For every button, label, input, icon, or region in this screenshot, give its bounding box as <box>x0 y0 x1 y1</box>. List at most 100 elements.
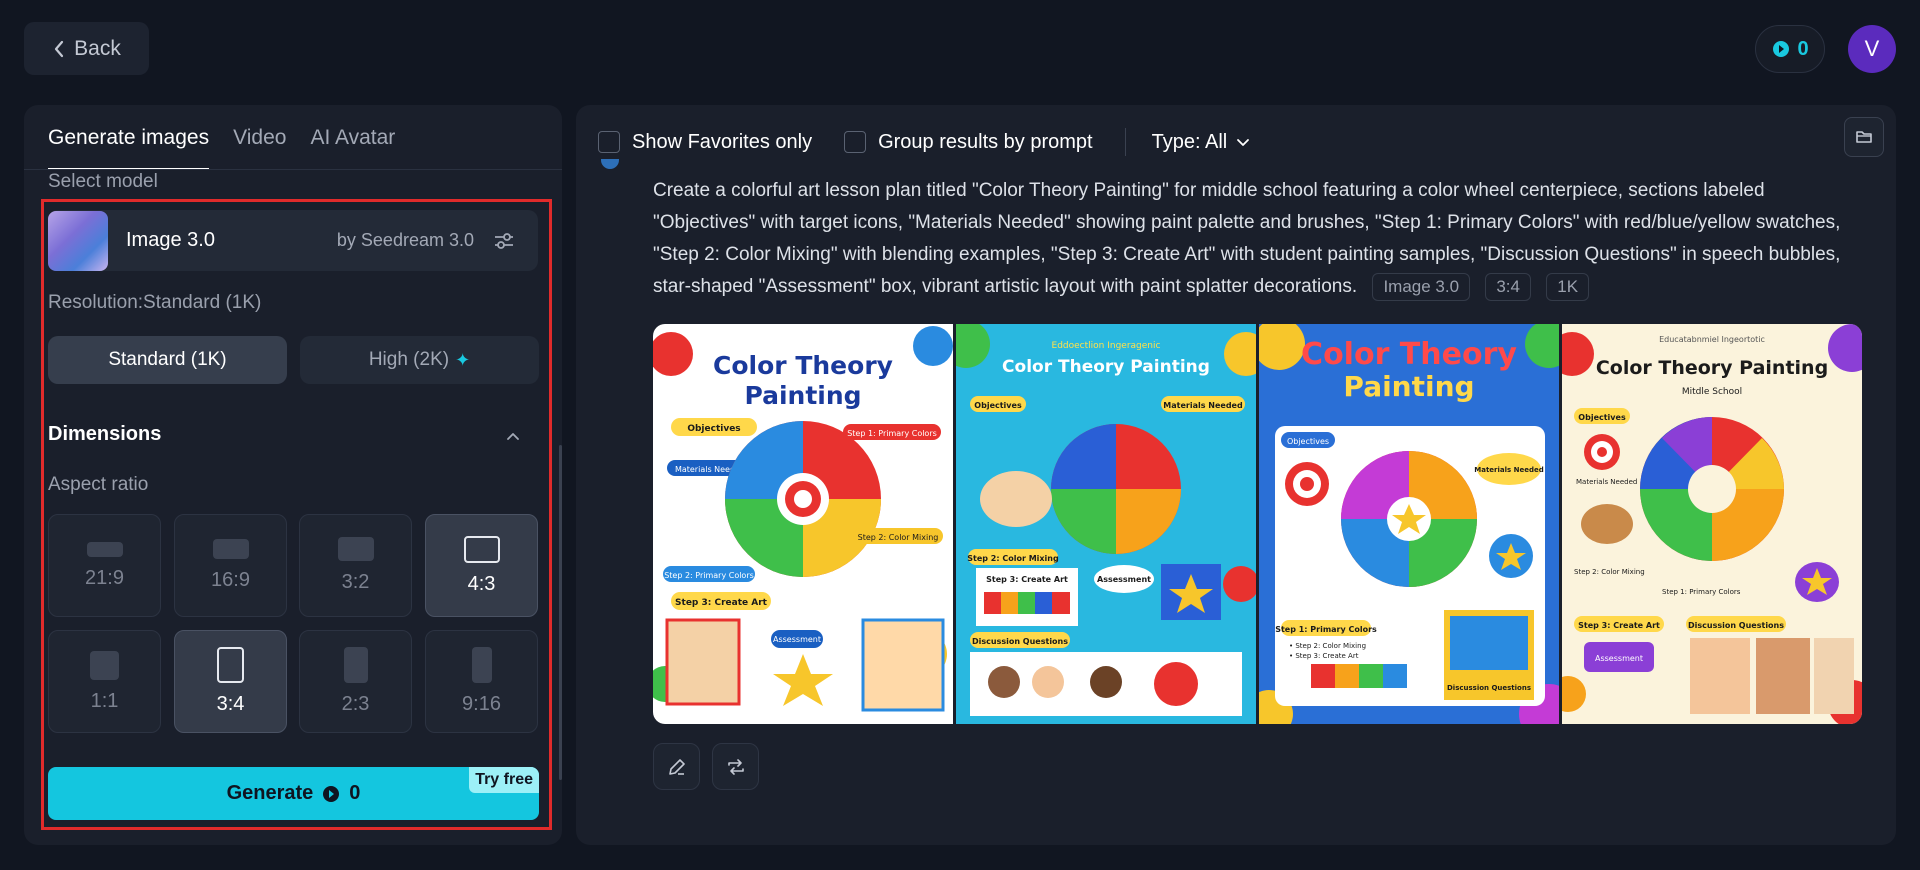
ratio-shape-icon <box>217 647 244 683</box>
image-1-title-line-1: Color Theory <box>713 351 893 380</box>
sparkle-icon: ✦ <box>455 349 471 370</box>
generate-button[interactable]: Generate 0 Try free <box>48 767 539 820</box>
user-avatar[interactable]: V <box>1848 25 1896 73</box>
model-thumbnail <box>48 210 108 271</box>
aspect-ratio-3-4[interactable]: 3:4 <box>174 630 287 733</box>
resolution-tag: 1K <box>1546 272 1590 301</box>
select-model-label: Select model <box>48 171 158 192</box>
credit-coin-icon <box>1773 41 1790 57</box>
generate-label: Generate <box>226 782 314 804</box>
image-2-subtitle: Eddoectlion Ingeragenic <box>1052 341 1161 351</box>
image-2-label-1: Objectives <box>974 401 1022 410</box>
image-3-label-4: • Step 2: Color Mixing <box>1289 642 1366 650</box>
results-toolbar: Show Favorites only Group results by pro… <box>598 125 1251 159</box>
result-image-2-art: Eddoectlion Ingeragenic Color Theory Pai… <box>956 324 1256 724</box>
model-name: Image 3.0 <box>126 229 215 251</box>
prompt-text-block: Create a colorful art lesson plan titled… <box>653 175 1853 303</box>
avatar-initial: V <box>1864 36 1880 61</box>
edit-button[interactable] <box>653 743 700 790</box>
chevron-left-icon <box>55 40 64 57</box>
ratio-label: 3:4 <box>216 693 245 715</box>
ratio-label: 3:2 <box>341 571 370 593</box>
resolution-high-label: High (2K) <box>368 349 450 370</box>
aspect-ratio-16-9[interactable]: 16:9 <box>174 514 287 617</box>
image-4-label-3: Step 2: Color Mixing <box>1574 568 1645 576</box>
image-4-subtitle: Educatabnmiel Ingeortotic <box>1659 335 1765 344</box>
back-button[interactable]: Back <box>24 22 149 75</box>
aspect-ratio-4-3[interactable]: 4:3 <box>425 514 538 617</box>
image-3-label-6: Discussion Questions <box>1447 684 1531 692</box>
aspect-ratio-1-1[interactable]: 1:1 <box>48 630 161 733</box>
result-image-4-art: Educatabnmiel Ingeortotic Color Theory P… <box>1562 324 1862 724</box>
aspect-ratio-3-2[interactable]: 3:2 <box>299 514 412 617</box>
result-image-3-art: Color Theory Painting Objectives Materia… <box>1259 324 1559 724</box>
image-3-label-3: Step 1: Primary Colors <box>1275 625 1377 634</box>
aspect-ratio-label: Aspect ratio <box>48 474 149 495</box>
image-1-title-line-2: Painting <box>744 381 861 410</box>
aspect-ratio-9-16[interactable]: 9:16 <box>425 630 538 733</box>
image-1-label-5: Step 3: Create Art <box>675 598 768 608</box>
image-1-label-4: Step 2: Color Mixing <box>858 533 939 542</box>
image-4-label-4: Step 1: Primary Colors <box>1662 588 1741 596</box>
image-3-title-line-1: Color Theory <box>1301 337 1517 372</box>
dimensions-title: Dimensions <box>48 423 162 445</box>
image-4-title: Color Theory Painting <box>1596 357 1828 379</box>
ratio-shape-icon <box>337 537 374 561</box>
image-3-label-2: Materials Needed <box>1474 466 1543 474</box>
repeat-icon <box>727 758 744 775</box>
result-image-4[interactable]: Educatabnmiel Ingeortotic Color Theory P… <box>1562 324 1862 724</box>
mode-tabs: Generate images Video AI Avatar <box>48 105 395 170</box>
result-gallery: Color Theory Painting Objectives Materia… <box>653 324 1862 724</box>
folder-button[interactable] <box>1844 117 1884 157</box>
image-4-label-5: Step 3: Create Art <box>1578 621 1660 630</box>
image-1-label-6: Assessment <box>773 635 821 644</box>
checkbox-box <box>844 131 867 153</box>
folder-icon <box>1856 131 1872 143</box>
user-indicator-icon <box>601 159 619 169</box>
regenerate-button[interactable] <box>712 743 759 790</box>
chevron-down-icon <box>1237 139 1250 146</box>
group-results-checkbox[interactable]: Group results by prompt <box>844 131 1093 154</box>
ratio-label: 2:3 <box>341 693 370 715</box>
show-favorites-checkbox[interactable]: Show Favorites only <box>598 131 812 154</box>
prompt-text: Create a colorful art lesson plan titled… <box>653 180 1841 297</box>
show-favorites-label: Show Favorites only <box>632 130 813 153</box>
image-4-label-2: Materials Needed <box>1576 478 1637 486</box>
aspect-ratio-21-9[interactable]: 21:9 <box>48 514 161 617</box>
result-image-1-art: Color Theory Painting Objectives Materia… <box>653 324 953 724</box>
pencil-icon <box>668 758 685 775</box>
image-2-label-5: Assessment <box>1097 575 1151 584</box>
generate-cost: 0 <box>349 782 361 804</box>
image-3-title-line-2: Painting <box>1343 370 1474 403</box>
try-free-badge: Try free <box>469 767 539 793</box>
image-4-label-6: Discussion Questions <box>1688 621 1784 630</box>
tab-video[interactable]: Video <box>233 126 286 170</box>
tab-ai-avatar[interactable]: AI Avatar <box>310 126 395 170</box>
panel-scrollbar[interactable] <box>559 445 562 780</box>
resolution-standard-button[interactable]: Standard (1K) <box>48 336 287 384</box>
checkbox-box <box>598 131 620 153</box>
result-image-3[interactable]: Color Theory Painting Objectives Materia… <box>1259 324 1559 724</box>
aspect-ratio-2-3[interactable]: 2:3 <box>299 630 412 733</box>
credits-badge[interactable]: 0 <box>1755 25 1825 73</box>
ratio-shape-icon <box>471 647 492 683</box>
ratio-shape-icon <box>212 539 249 559</box>
type-filter-label: Type: All <box>1151 130 1228 153</box>
image-3-label-1: Objectives <box>1287 437 1329 446</box>
ratio-shape-icon <box>90 650 119 680</box>
type-filter-dropdown[interactable]: Type: All <box>1152 131 1252 154</box>
chevron-up-icon[interactable] <box>503 426 523 446</box>
ratio-label: 16:9 <box>211 569 250 591</box>
image-4-label-1: Objectives <box>1578 413 1626 422</box>
resolution-high-button[interactable]: High (2K) ✦ <box>300 336 539 384</box>
sliders-icon[interactable] <box>492 229 516 253</box>
image-1-label-1: Objectives <box>687 424 740 434</box>
result-image-2[interactable]: Eddoectlion Ingeragenic Color Theory Pai… <box>956 324 1256 724</box>
image-1-label-4b: Step 2: Primary Colors <box>664 571 754 580</box>
result-image-1[interactable]: Color Theory Painting Objectives Materia… <box>653 324 953 724</box>
model-provider: by Seedream 3.0 <box>336 230 474 250</box>
resolution-standard-label: Standard (1K) <box>108 349 227 370</box>
tab-generate-images[interactable]: Generate images <box>48 126 210 170</box>
ratio-label: 9:16 <box>462 693 501 715</box>
model-selector[interactable]: Image 3.0 by Seedream 3.0 <box>48 210 538 271</box>
